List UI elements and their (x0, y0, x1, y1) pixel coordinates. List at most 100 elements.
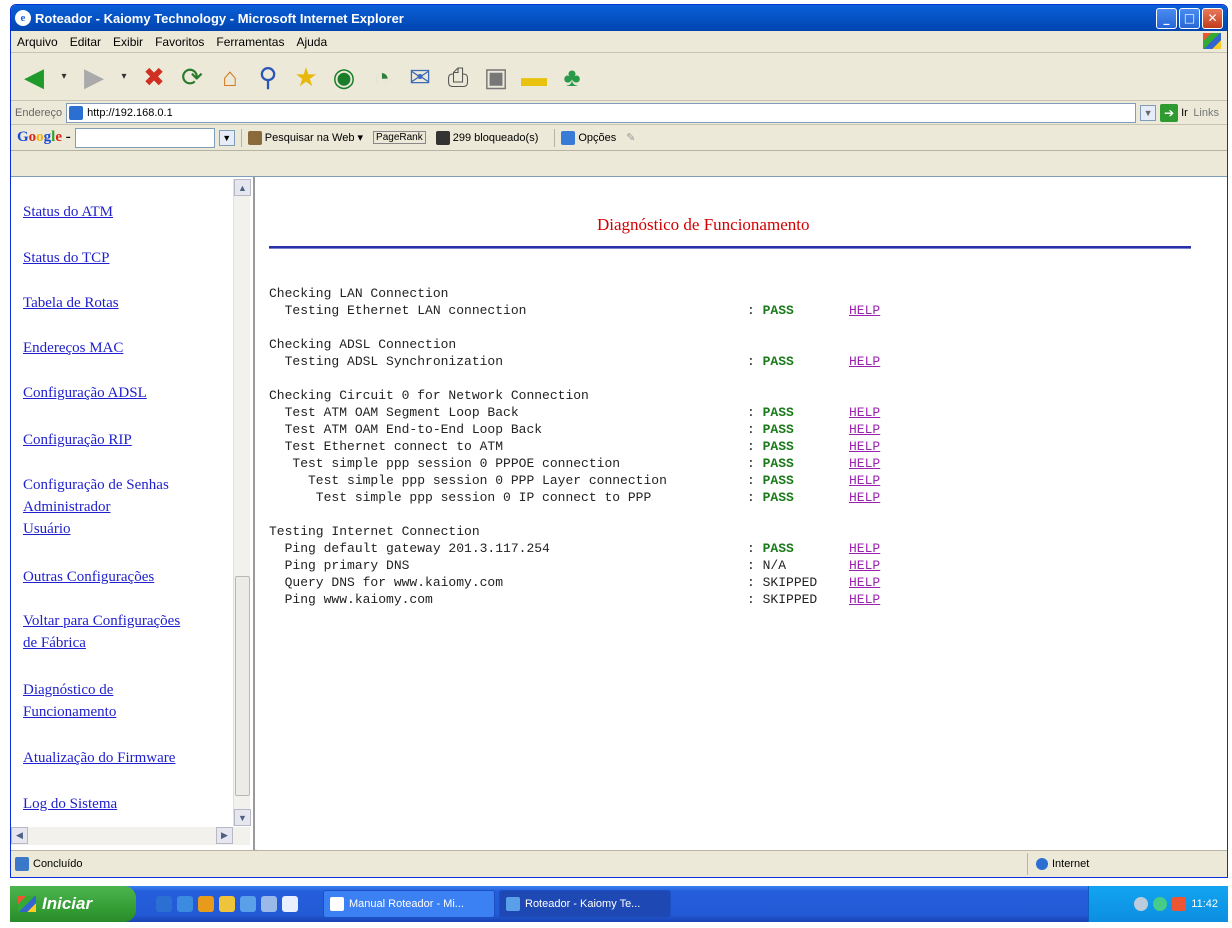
left-vertical-scrollbar[interactable]: ▲ ▼ (233, 179, 251, 826)
stop-icon[interactable]: ✖ (137, 59, 171, 95)
address-input[interactable]: http://192.168.0.1 (66, 102, 1137, 123)
help-link[interactable]: HELP (849, 591, 880, 608)
options-button[interactable]: Opções (561, 130, 616, 145)
nav-link-configuracao-rip[interactable]: Configuração RIP (23, 429, 132, 451)
google-dropdown-icon[interactable]: ▼ (218, 129, 235, 146)
nav-link-diagnostico-2[interactable]: Funcionamento (23, 701, 116, 723)
scroll-up-icon[interactable]: ▲ (234, 179, 251, 196)
nav-link-tabela-rotas[interactable]: Tabela de Rotas (23, 292, 119, 314)
taskbar-item-roteador[interactable]: Roteador - Kaiomy Te... (499, 890, 671, 918)
highlighter-icon[interactable]: ✎ (626, 131, 635, 144)
google-search-input[interactable] (74, 127, 215, 148)
document-quicklaunch-icon[interactable] (261, 896, 277, 912)
nav-link-status-tcp[interactable]: Status do TCP (23, 247, 109, 269)
page-done-icon (15, 857, 29, 871)
nav-link-enderecos-mac[interactable]: Endereços MAC (23, 337, 123, 359)
help-link[interactable]: HELP (849, 404, 880, 421)
edit-icon[interactable]: ▣ (479, 59, 513, 95)
scroll-left-icon[interactable]: ◀ (11, 827, 28, 844)
title-bar: e Roteador - Kaiomy Technology - Microso… (11, 5, 1227, 31)
app-quicklaunch-icon[interactable] (282, 896, 298, 912)
help-link[interactable]: HELP (849, 557, 880, 574)
start-button[interactable]: Iniciar (10, 886, 136, 922)
menu-exibir[interactable]: Exibir (107, 35, 149, 49)
help-link[interactable]: HELP (849, 302, 880, 319)
help-link[interactable]: HELP (849, 489, 880, 506)
scroll-down-icon[interactable]: ▼ (234, 809, 251, 826)
menu-ferramentas[interactable]: Ferramentas (210, 35, 290, 49)
back-dropdown-icon[interactable]: ▾ (55, 59, 73, 95)
nav-link-outras-configuracoes[interactable]: Outras Configurações (23, 566, 154, 588)
menu-favoritos[interactable]: Favoritos (149, 35, 210, 49)
menu-editar[interactable]: Editar (64, 35, 107, 49)
status-text: Concluído (33, 858, 83, 870)
nav-link-log-sistema[interactable]: Log do Sistema (23, 793, 117, 815)
forward-dropdown-icon[interactable]: ▾ (115, 59, 133, 95)
address-dropdown-icon[interactable]: ▼ (1140, 104, 1157, 121)
nav-link-usuario[interactable]: Usuário (23, 518, 71, 540)
menu-ajuda[interactable]: Ajuda (290, 35, 333, 49)
forward-icon[interactable]: ▶ (77, 59, 111, 95)
help-link[interactable]: HELP (849, 438, 880, 455)
go-button[interactable]: ➔ Ir (1160, 103, 1188, 122)
maximize-button[interactable]: □ (1179, 7, 1200, 29)
help-link[interactable]: HELP (849, 421, 880, 438)
test-label: Test simple ppp session 0 PPPOE connecti… (269, 456, 621, 471)
help-link[interactable]: HELP (849, 472, 880, 489)
popup-blocker-button[interactable]: 299 bloqueado(s) (435, 130, 538, 145)
clock: 11:42 (1191, 898, 1218, 910)
go-label: Ir (1181, 106, 1188, 119)
nav-link-status-atm[interactable]: Status do ATM (23, 201, 113, 223)
desktop-quicklaunch-icon[interactable] (240, 896, 256, 912)
go-arrow-icon: ➔ (1160, 103, 1179, 122)
help-link[interactable]: HELP (849, 353, 880, 370)
pagerank-button[interactable]: PageRank (373, 131, 426, 144)
media-quicklaunch-icon[interactable] (198, 896, 214, 912)
nav-link-voltar-fabrica-1[interactable]: Voltar para Configurações (23, 610, 180, 632)
result-colon: : (747, 592, 755, 607)
mail-icon[interactable]: ✉ (403, 59, 437, 95)
help-link[interactable]: HELP (849, 574, 880, 591)
browser-quicklaunch-icon[interactable] (177, 896, 193, 912)
minimize-button[interactable]: _ (1156, 7, 1177, 29)
help-link[interactable]: HELP (849, 455, 880, 472)
history-icon[interactable]: ◔ (365, 59, 399, 95)
google-logo[interactable]: Google - (11, 129, 73, 146)
diagnostic-row: Test Ethernet connect to ATM: PASS HELP (269, 438, 881, 455)
close-button[interactable]: ✕ (1202, 7, 1223, 29)
nav-link-configuracao-adsl[interactable]: Configuração ADSL (23, 382, 147, 404)
messenger-icon[interactable]: ♣ (555, 59, 589, 95)
refresh-icon[interactable]: ⟳ (175, 59, 209, 95)
favorites-icon[interactable]: ★ (289, 59, 323, 95)
test-result: : PASS (747, 540, 794, 557)
tray-network-icon[interactable] (1153, 897, 1168, 911)
back-icon[interactable]: ◀ (17, 59, 51, 95)
tray-security-icon[interactable] (1172, 897, 1187, 911)
help-link[interactable]: HELP (849, 540, 880, 557)
result-colon: : (747, 422, 755, 437)
ie-page-icon (506, 897, 520, 911)
home-icon[interactable]: ⌂ (213, 59, 247, 95)
folder-quicklaunch-icon[interactable] (219, 896, 235, 912)
nav-link-voltar-fabrica-2[interactable]: de Fábrica (23, 632, 86, 654)
menu-arquivo[interactable]: Arquivo (11, 35, 64, 49)
scroll-right-icon[interactable]: ▶ (216, 827, 233, 844)
taskbar-item-manual[interactable]: Manual Roteador - Mi... (323, 890, 495, 918)
nav-link-diagnostico-1[interactable]: Diagnóstico de (23, 679, 113, 701)
tray-expand-icon[interactable] (1134, 897, 1149, 911)
scroll-thumb[interactable] (235, 576, 250, 796)
nav-link-atualizacao-firmware[interactable]: Atualização do Firmware (23, 747, 175, 769)
result-colon: : (747, 405, 755, 420)
search-icon[interactable]: ⚲ (251, 59, 285, 95)
test-result: : PASS (747, 404, 794, 421)
left-horizontal-scrollbar[interactable]: ◀ ▶ (11, 827, 250, 845)
print-icon[interactable]: ⎙ (441, 59, 475, 95)
links-label[interactable]: Links (1193, 107, 1219, 119)
search-web-button[interactable]: Pesquisar na Web ▾ (247, 130, 363, 145)
folder-icon[interactable]: ▬ (517, 59, 551, 95)
search-web-label: Pesquisar na Web (264, 131, 355, 144)
ie-quicklaunch-icon[interactable] (156, 896, 172, 912)
test-result: : PASS (747, 302, 794, 319)
nav-link-administrador[interactable]: Administrador (23, 496, 111, 518)
media-icon[interactable]: ◉ (327, 59, 361, 95)
